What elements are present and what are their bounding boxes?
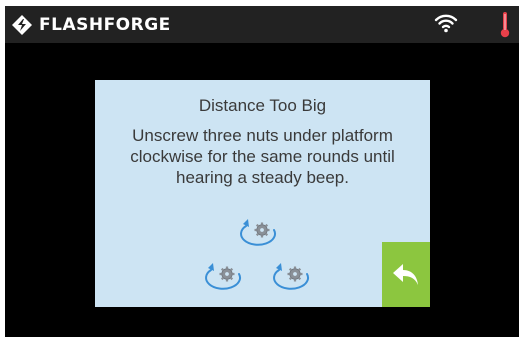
back-arrow-icon: [393, 263, 418, 285]
flashforge-logo-icon: [12, 14, 32, 35]
status-bar: FLASHFORGE: [5, 6, 519, 43]
device-frame-bottom: [0, 337, 524, 347]
brand: FLASHFORGE: [11, 12, 171, 37]
thermometer-icon: [500, 12, 510, 38]
wifi-icon: [434, 14, 458, 33]
nut-clockwise-icon: [240, 218, 277, 246]
leveling-dialog: Distance Too Big Unscrew three nuts unde…: [95, 80, 430, 307]
printer-screen: FLASHFORGE Distance Too Big Unscrew thre…: [5, 6, 519, 337]
device-frame-right: [519, 0, 524, 347]
nut-adjust-diagram: [205, 218, 310, 290]
brand-name: FLASHFORGE: [39, 14, 171, 35]
nut-clockwise-icon: [273, 262, 310, 290]
back-button[interactable]: [382, 242, 430, 307]
dialog-message: Unscrew three nuts under platform clockw…: [130, 126, 395, 187]
dialog-title: Distance Too Big: [198, 96, 327, 115]
nut-clockwise-icon: [205, 262, 242, 290]
